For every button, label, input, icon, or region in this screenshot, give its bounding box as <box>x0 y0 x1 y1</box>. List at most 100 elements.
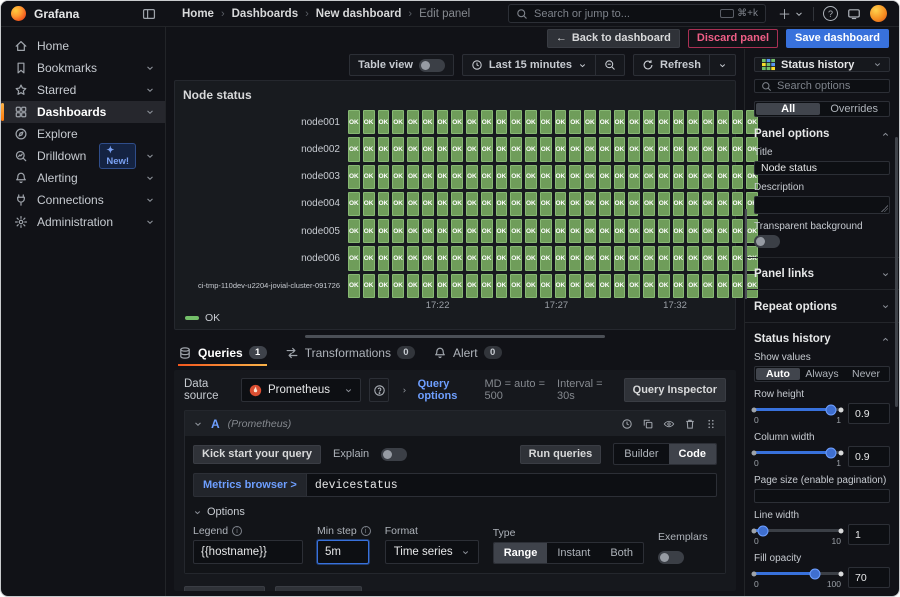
add-expression-button[interactable]: + Expression <box>275 586 362 591</box>
query-card-header[interactable]: A (Prometheus) <box>185 411 725 436</box>
options-search-input[interactable]: Search options <box>754 79 890 93</box>
editor-mode-code[interactable]: Code <box>669 444 717 464</box>
fill-opacity-input[interactable] <box>848 567 890 588</box>
query-options-label[interactable]: Query options <box>418 378 475 402</box>
sidebar-item-home[interactable]: Home <box>1 35 165 57</box>
options-tab-all[interactable]: All <box>756 103 820 115</box>
new-menu-button[interactable]: ＋ <box>778 4 804 23</box>
exemplars-switch[interactable] <box>658 551 684 564</box>
show-values-auto[interactable]: Auto <box>756 368 800 380</box>
promql-input[interactable] <box>306 473 717 497</box>
sidebar-item-dashboards[interactable]: Dashboards <box>1 101 165 123</box>
sidebar-item-connections[interactable]: Connections <box>1 189 165 211</box>
sidebar-item-alerting[interactable]: Alerting <box>1 167 165 189</box>
user-avatar[interactable] <box>870 5 887 22</box>
news-icon[interactable] <box>847 7 861 21</box>
chart-legend[interactable]: OK <box>183 311 727 325</box>
kickstart-query-button[interactable]: Kick start your query <box>193 445 321 464</box>
row-height-input[interactable] <box>848 403 890 424</box>
datasource-picker[interactable]: Prometheus <box>241 378 361 402</box>
show-values-always[interactable]: Always <box>800 368 844 380</box>
breadcrumb-item[interactable]: Dashboards <box>232 8 298 20</box>
panel-title-input[interactable] <box>754 161 890 175</box>
editor-tabs: Queries1 Transformations0 Alert0 <box>166 342 744 366</box>
duplicate-icon[interactable] <box>642 418 654 430</box>
time-range-button[interactable]: Last 15 minutes <box>463 55 595 75</box>
add-query-button[interactable]: + Add query <box>184 586 265 591</box>
status-cell: OK <box>496 246 508 270</box>
breadcrumb-item[interactable]: New dashboard <box>316 8 402 20</box>
status-cell: OK <box>422 110 434 134</box>
description-textarea[interactable] <box>754 196 890 214</box>
line-width-slider[interactable] <box>754 529 841 532</box>
query-options-row[interactable]: Query options MD = auto = 500 Interval =… <box>401 378 608 402</box>
sidebar-item-explore[interactable]: Explore <box>1 123 165 145</box>
save-dashboard-button[interactable]: Save dashboard <box>786 29 889 48</box>
pane-resize-handle[interactable] <box>305 335 605 338</box>
column-width-slider[interactable] <box>754 451 841 454</box>
tab-queries[interactable]: Queries1 <box>178 342 267 366</box>
options-tab-overrides[interactable]: Overrides <box>820 103 888 115</box>
slider-minmax: 01 <box>754 415 841 425</box>
help-icon[interactable]: ? <box>823 6 838 21</box>
sidebar-item-drilldown[interactable]: Drilldown✦ New! <box>1 145 165 167</box>
status-cell: OK <box>363 246 375 270</box>
status-cell: OK <box>614 246 626 270</box>
status-history-section-header[interactable]: Status history <box>754 333 890 345</box>
status-cell: OK <box>407 219 419 243</box>
search-input[interactable]: Search or jump to... ⌘+k <box>508 4 766 23</box>
legend-input[interactable] <box>193 540 303 564</box>
row-cells: OKOKOKOKOKOKOKOKOKOKOKOKOKOKOKOKOKOKOKOK… <box>348 246 758 270</box>
zoom-out-button[interactable] <box>595 55 624 75</box>
trash-icon[interactable] <box>684 418 696 430</box>
breadcrumb: Home›Dashboards›New dashboard›Edit panel <box>166 8 470 20</box>
query-inspector-button[interactable]: Query Inspector <box>624 378 726 402</box>
panel-options-header[interactable]: Panel options <box>754 128 890 140</box>
table-view-switch[interactable] <box>419 59 445 72</box>
discard-panel-button[interactable]: Discard panel <box>688 29 778 48</box>
query-options-collapse[interactable]: Options <box>193 506 717 518</box>
slider-handle[interactable] <box>825 447 836 458</box>
options-scrollbar[interactable] <box>895 137 898 407</box>
type-option-range[interactable]: Range <box>494 543 548 563</box>
format-select[interactable]: Time series <box>385 540 479 564</box>
min-step-input[interactable] <box>317 540 369 564</box>
fill-opacity-control: Fill opacity0100 <box>754 546 890 589</box>
explain-switch[interactable] <box>381 448 407 461</box>
slider-handle[interactable] <box>809 568 820 579</box>
page-size-input[interactable] <box>754 489 890 503</box>
type-option-both[interactable]: Both <box>600 543 643 563</box>
sidebar-item-starred[interactable]: Starred <box>1 79 165 101</box>
sidebar-item-administration[interactable]: Administration <box>1 211 165 233</box>
column-width-input[interactable] <box>848 446 890 467</box>
transparent-background-switch[interactable] <box>754 235 780 248</box>
back-to-dashboard-button[interactable]: ←Back to dashboard <box>547 29 680 48</box>
eye-icon[interactable] <box>663 418 675 430</box>
visualization-picker[interactable]: Status history <box>754 57 890 72</box>
repeat-options-header[interactable]: Repeat options <box>754 301 890 313</box>
tab-transformations[interactable]: Transformations0 <box>285 342 415 366</box>
slider-handle[interactable] <box>825 404 836 415</box>
sidebar-item-bookmarks[interactable]: Bookmarks <box>1 57 165 79</box>
drag-grip-icon[interactable] <box>705 418 717 430</box>
panel-links-header[interactable]: Panel links <box>754 268 890 280</box>
type-field: Type RangeInstantBoth <box>493 527 644 564</box>
line-width-input[interactable] <box>848 524 890 545</box>
run-queries-button[interactable]: Run queries <box>520 445 602 464</box>
breadcrumb-item[interactable]: Home <box>182 8 214 20</box>
refresh-button[interactable]: Refresh <box>634 55 709 75</box>
datasource-help-button[interactable] <box>369 378 388 402</box>
table-view-toggle[interactable]: Table view <box>349 54 454 76</box>
metrics-browser-link[interactable]: Metrics browser > <box>193 473 306 497</box>
type-option-instant[interactable]: Instant <box>547 543 600 563</box>
editor-mode-builder[interactable]: Builder <box>614 444 668 464</box>
sidebar-toggle-icon[interactable] <box>142 7 156 21</box>
slider-handle[interactable] <box>757 525 768 536</box>
history-icon[interactable] <box>621 418 633 430</box>
refresh-interval-button[interactable] <box>709 55 735 75</box>
tab-alert[interactable]: Alert0 <box>433 342 502 366</box>
show-values-never[interactable]: Never <box>844 368 888 380</box>
row-height-slider[interactable] <box>754 408 841 411</box>
fill-opacity-slider[interactable] <box>754 572 841 575</box>
query-actions <box>621 418 717 430</box>
